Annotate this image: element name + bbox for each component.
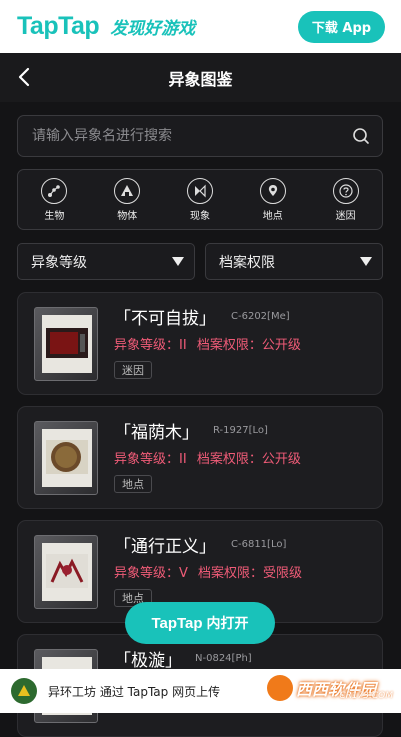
app-download-banner: TapTap 发现好游戏 下载 App xyxy=(0,0,401,53)
category-label: 迷因 xyxy=(335,210,356,222)
anomaly-level: 异象等级：V xyxy=(114,566,188,581)
meme-icon xyxy=(332,177,359,204)
anomaly-thumbnail xyxy=(34,421,98,495)
chevron-left-icon[interactable] xyxy=(14,65,36,89)
category-object[interactable]: 物体 xyxy=(114,177,141,222)
taptap-brand: TapTap xyxy=(151,614,203,632)
anomaly-name: 「不可自拔」 xyxy=(114,309,216,329)
anomaly-code: N-0824[Ph] xyxy=(195,653,252,664)
anomaly-code: C-6202[Me] xyxy=(231,311,290,322)
dropdown-triangle-icon xyxy=(172,257,184,266)
anomaly-name: 「通行正义」 xyxy=(114,537,216,557)
open-in-taptap-button[interactable]: TapTap 内打开 xyxy=(125,602,275,644)
creature-icon xyxy=(41,177,68,204)
object-icon xyxy=(114,177,141,204)
anomaly-level: 异象等级：II xyxy=(114,338,187,353)
anomaly-access: 档案权限：受限级 xyxy=(198,566,303,581)
watermark-subtext: CR173.COM xyxy=(339,691,393,701)
anomaly-code: C-6811[Lo] xyxy=(231,539,287,550)
anomaly-name: 「极漩」 xyxy=(114,651,182,671)
phenomenon-icon xyxy=(186,177,213,204)
watermark: 西西软件园 CR173.COM xyxy=(267,671,395,705)
dropdown-triangle-icon xyxy=(360,257,372,266)
anomaly-card[interactable]: 「福荫木」 R-1927[Lo] 异象等级：II 档案权限：公开级 地点 xyxy=(17,406,383,509)
anomaly-thumbnail xyxy=(34,535,98,609)
location-icon xyxy=(259,177,286,204)
anomaly-code: R-1927[Lo] xyxy=(213,425,268,436)
category-meme[interactable]: 迷因 xyxy=(332,177,359,222)
category-creature[interactable]: 生物 xyxy=(41,177,68,222)
download-app-button[interactable]: 下载 App xyxy=(298,10,385,43)
anomaly-meta: 异象等级：II 档案权限：公开级 xyxy=(114,448,307,467)
slogan: 发现好游戏 xyxy=(110,19,196,39)
page-title: 异象图鉴 xyxy=(168,69,233,89)
filter-label: 异象等级 xyxy=(31,254,87,271)
watermark-logo-icon xyxy=(267,675,293,701)
access-filter-dropdown[interactable]: 档案权限 xyxy=(205,243,383,280)
studio-avatar-icon xyxy=(11,678,37,704)
anomaly-card[interactable]: 「不可自拔」 C-6202[Me] 异象等级：II 档案权限：公开级 迷因 xyxy=(17,292,383,395)
category-label: 地点 xyxy=(262,210,283,222)
category-location[interactable]: 地点 xyxy=(259,177,286,222)
category-bar: 生物 物体 现象 地点 迷因 xyxy=(17,169,383,230)
search-input[interactable] xyxy=(30,127,352,145)
nav-bar: 异象图鉴 xyxy=(0,53,401,102)
filter-label: 档案权限 xyxy=(219,254,275,271)
category-label: 现象 xyxy=(189,210,210,222)
anomaly-name: 「福荫木」 xyxy=(114,423,199,443)
upload-source-text: 异环工坊 通过 TapTap 网页上传 xyxy=(48,684,221,699)
anomaly-thumbnail xyxy=(34,307,98,381)
filter-bar: 异象等级 档案权限 xyxy=(17,243,383,280)
category-phenomenon[interactable]: 现象 xyxy=(186,177,213,222)
anomaly-access: 档案权限：公开级 xyxy=(196,338,301,353)
search-icon[interactable] xyxy=(352,127,370,145)
anomaly-level: 异象等级：II xyxy=(114,452,187,467)
category-label: 生物 xyxy=(44,210,65,222)
anomaly-access: 档案权限：公开级 xyxy=(196,452,301,467)
anomaly-meta: 异象等级：II 档案权限：公开级 xyxy=(114,334,307,353)
anomaly-meta: 异象等级：V 档案权限：受限级 xyxy=(114,562,308,581)
anomaly-type-tag: 迷因 xyxy=(114,361,152,379)
level-filter-dropdown[interactable]: 异象等级 xyxy=(17,243,195,280)
anomaly-type-tag: 地点 xyxy=(114,475,152,493)
category-label: 物体 xyxy=(117,210,138,222)
taptap-logo[interactable]: TapTap xyxy=(17,12,100,41)
search-bar xyxy=(17,115,383,157)
open-label: 内打开 xyxy=(206,616,249,632)
